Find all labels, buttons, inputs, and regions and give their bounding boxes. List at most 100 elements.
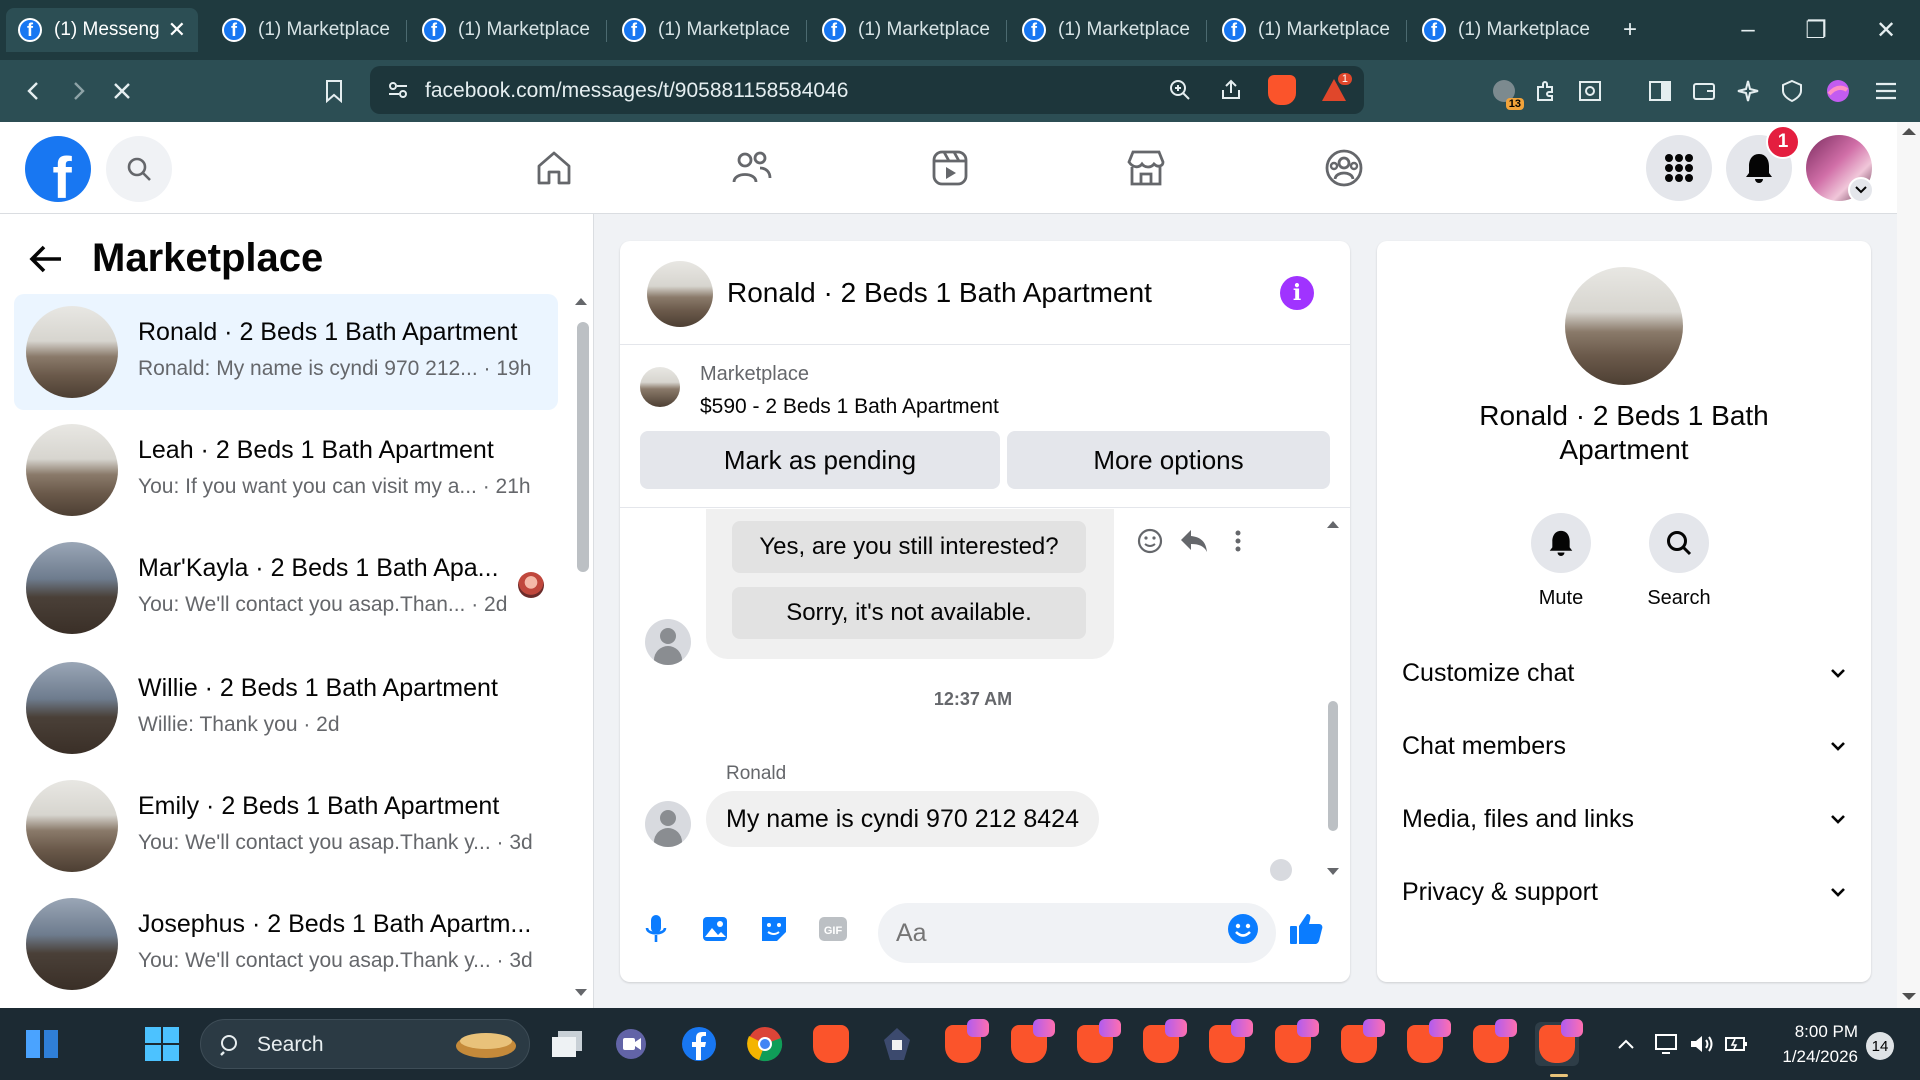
page-scrollbar[interactable] xyxy=(1897,122,1920,1008)
site-settings-icon[interactable] xyxy=(380,72,416,108)
conversation-item[interactable]: Ronald · 2 Beds 1 Bath Apartment Ronald:… xyxy=(14,294,558,410)
sticker-icon[interactable] xyxy=(756,911,792,947)
restore-window-icon[interactable]: ❐ xyxy=(1796,10,1836,50)
battery-icon[interactable] xyxy=(1715,1022,1759,1066)
scroll-up-icon[interactable] xyxy=(1326,519,1340,529)
chevron-down-icon[interactable] xyxy=(1848,177,1874,203)
emoji-icon[interactable] xyxy=(1225,911,1261,947)
scroll-up-icon[interactable] xyxy=(574,296,588,306)
game-app-icon[interactable] xyxy=(875,1022,919,1066)
sidebar-icon[interactable] xyxy=(1640,71,1680,111)
react-emoji-icon[interactable] xyxy=(1132,523,1168,559)
clock-time[interactable]: 8:00 PM xyxy=(1760,1022,1858,1042)
brave-profile-app-icon[interactable] xyxy=(941,1019,989,1066)
tab-marketplace[interactable]: f (1) Marketplace xyxy=(810,8,1002,52)
extension-icon[interactable]: 13 xyxy=(1484,71,1524,111)
search-button[interactable]: Search xyxy=(1619,513,1739,610)
forward-icon[interactable] xyxy=(58,71,98,111)
photo-icon[interactable] xyxy=(697,911,733,947)
leo-ai-icon[interactable] xyxy=(1728,71,1768,111)
brave-profile-app-icon[interactable] xyxy=(1469,1019,1517,1066)
quick-reply-button[interactable]: Sorry, it's not available. xyxy=(732,587,1086,639)
close-icon[interactable]: ✕ xyxy=(168,17,186,43)
message-input[interactable] xyxy=(896,915,1216,951)
chat-title[interactable]: Ronald · 2 Beds 1 Bath Apartment xyxy=(727,277,1152,309)
widgets-icon[interactable] xyxy=(20,1022,64,1066)
brave-profile-app-icon[interactable] xyxy=(1403,1019,1451,1066)
chrome-icon[interactable] xyxy=(743,1022,787,1066)
back-arrow-icon[interactable] xyxy=(28,244,64,274)
mark-as-pending-button[interactable]: Mark as pending xyxy=(640,431,1000,489)
more-options-button[interactable]: More options xyxy=(1007,431,1330,489)
teams-chat-icon[interactable] xyxy=(609,1022,653,1066)
scroll-down-icon[interactable] xyxy=(1326,867,1340,877)
minimize-icon[interactable]: – xyxy=(1728,10,1768,50)
media-files-links-section[interactable]: Media, files and links xyxy=(1402,791,1846,847)
address-bar[interactable]: facebook.com/messages/t/905881158584046 … xyxy=(370,66,1364,114)
share-icon[interactable] xyxy=(1213,72,1249,108)
scrollbar-thumb[interactable] xyxy=(1328,701,1338,831)
bell-icon[interactable] xyxy=(1531,513,1591,573)
tab-marketplace[interactable]: f (1) Marketplace xyxy=(1010,8,1202,52)
start-windows-icon[interactable] xyxy=(140,1022,184,1066)
avatar[interactable] xyxy=(1565,267,1683,385)
brave-profile-app-icon[interactable] xyxy=(1337,1019,1385,1066)
brave-profile-app-active-icon[interactable] xyxy=(1535,1019,1583,1066)
stop-loading-icon[interactable] xyxy=(102,71,142,111)
notification-count-badge[interactable]: 14 xyxy=(1866,1032,1894,1060)
listing-thumbnail[interactable] xyxy=(640,367,680,407)
friends-icon[interactable] xyxy=(724,140,780,196)
url-text[interactable]: facebook.com/messages/t/905881158584046 xyxy=(425,79,848,103)
tab-messenger[interactable]: f (1) Messeng ✕ xyxy=(6,8,198,52)
close-window-icon[interactable]: ✕ xyxy=(1866,10,1906,50)
search-icon[interactable] xyxy=(1649,513,1709,573)
scroll-down-icon[interactable] xyxy=(574,988,588,998)
conversation-item[interactable]: Emily · 2 Beds 1 Bath Apartment You: We'… xyxy=(14,768,558,884)
sender-avatar[interactable] xyxy=(645,801,691,847)
task-view-icon[interactable] xyxy=(545,1022,589,1066)
message-bubble[interactable]: My name is cyndi 970 212 8424 xyxy=(706,791,1099,847)
listing-title[interactable]: $590 - 2 Beds 1 Bath Apartment xyxy=(700,395,999,419)
groups-icon[interactable] xyxy=(1316,140,1372,196)
conversation-item[interactable]: Mar'Kayla · 2 Beds 1 Bath Apa... You: We… xyxy=(14,530,558,646)
extensions-puzzle-icon[interactable] xyxy=(1526,71,1566,111)
avatar[interactable] xyxy=(647,261,713,327)
tab-marketplace[interactable]: f (1) Marketplace xyxy=(610,8,802,52)
bookmark-icon[interactable] xyxy=(314,71,354,111)
brave-rewards-icon[interactable]: 1 xyxy=(1316,72,1352,108)
sender-avatar[interactable] xyxy=(645,619,691,665)
scrollbar-thumb[interactable] xyxy=(577,322,589,572)
clock-date[interactable]: 1/24/2026 xyxy=(1760,1047,1858,1067)
chevron-up-icon[interactable] xyxy=(1604,1022,1648,1066)
brave-browser-icon[interactable] xyxy=(809,1022,853,1066)
tab-marketplace[interactable]: f (1) Marketplace xyxy=(410,8,602,52)
tab-marketplace[interactable]: f (1) Marketplace xyxy=(1410,8,1602,52)
home-icon[interactable] xyxy=(526,140,582,196)
tab-marketplace[interactable]: f (1) Marketplace xyxy=(1210,8,1402,52)
brave-profile-app-icon[interactable] xyxy=(1205,1019,1253,1066)
brave-shields-icon[interactable] xyxy=(1264,72,1300,108)
vpn-icon[interactable] xyxy=(1772,71,1812,111)
more-vertical-icon[interactable] xyxy=(1220,523,1256,559)
tab-marketplace[interactable]: f (1) Marketplace xyxy=(210,8,402,52)
reader-mode-icon[interactable] xyxy=(1570,71,1610,111)
mute-button[interactable]: Mute xyxy=(1501,513,1621,610)
video-icon[interactable] xyxy=(922,140,978,196)
quick-reply-button[interactable]: Yes, are you still interested? xyxy=(732,521,1086,573)
message-input-container[interactable] xyxy=(878,903,1276,963)
back-icon[interactable] xyxy=(14,71,54,111)
microphone-icon[interactable] xyxy=(638,911,674,947)
chat-members-section[interactable]: Chat members xyxy=(1402,718,1846,774)
search-icon[interactable] xyxy=(106,136,172,202)
facebook-logo-icon[interactable]: f xyxy=(25,136,91,202)
conversation-item[interactable]: Willie · 2 Beds 1 Bath Apartment Willie:… xyxy=(14,650,558,766)
menu-icon[interactable] xyxy=(1866,71,1906,111)
brave-profile-app-icon[interactable] xyxy=(1007,1019,1055,1066)
brave-profile-app-icon[interactable] xyxy=(1073,1019,1121,1066)
scroll-up-icon[interactable] xyxy=(1901,126,1917,136)
info-icon[interactable]: i xyxy=(1280,276,1314,310)
brave-profile-app-icon[interactable] xyxy=(1271,1019,1319,1066)
scroll-down-icon[interactable] xyxy=(1901,992,1917,1002)
customize-chat-section[interactable]: Customize chat xyxy=(1402,645,1846,701)
reply-icon[interactable] xyxy=(1176,523,1212,559)
